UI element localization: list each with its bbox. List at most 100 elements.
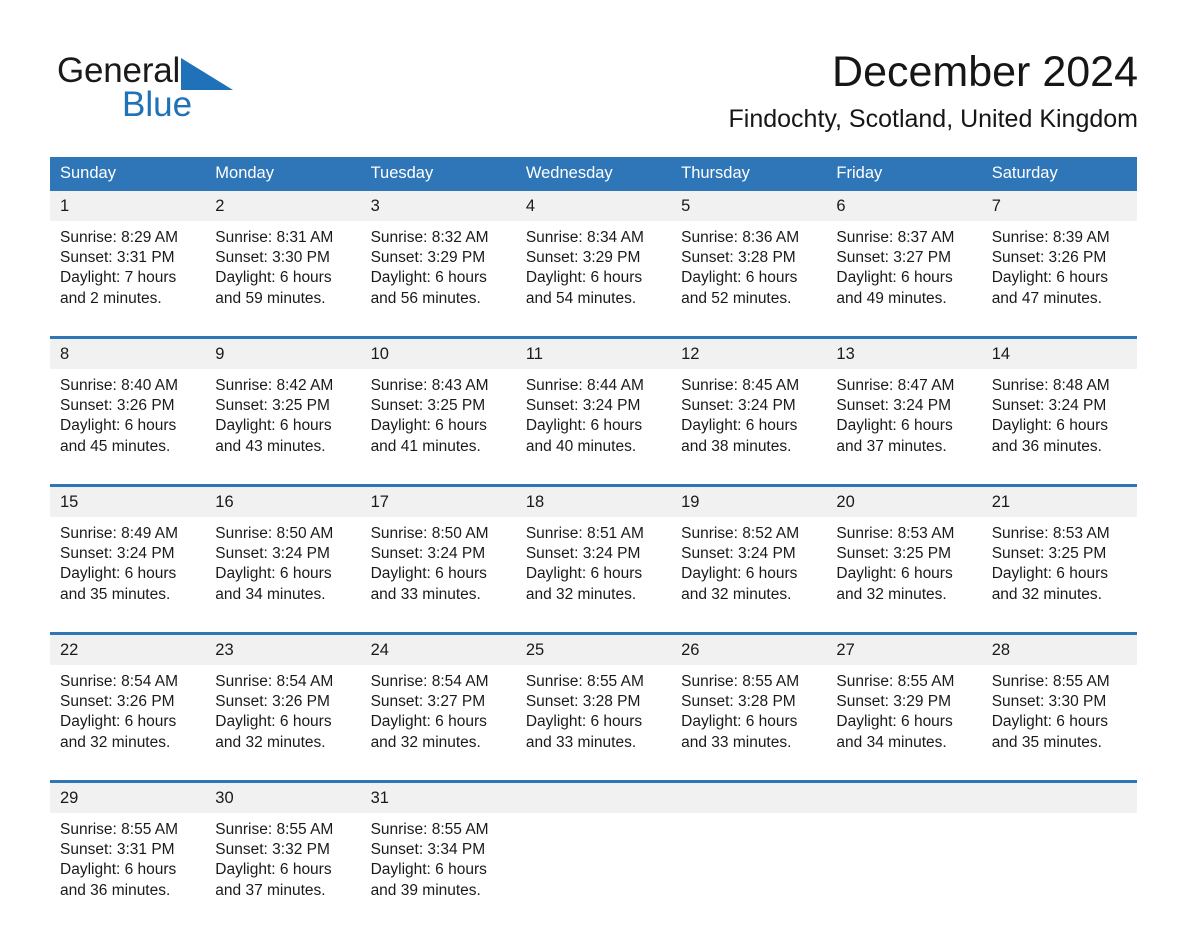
daylight-text-line2: and 33 minutes. <box>370 585 481 603</box>
sunrise-text: Sunrise: 8:55 AM <box>991 673 1110 690</box>
daylight-text-line2: and 32 minutes. <box>836 585 947 603</box>
day-number[interactable]: 22 <box>50 635 206 665</box>
day-number[interactable]: 9 <box>205 339 361 369</box>
day-number-empty <box>671 783 827 813</box>
day-cell[interactable]: Sunrise: 8:40 AM Sunset: 3:26 PM Dayligh… <box>50 369 206 484</box>
day-cell[interactable]: Sunrise: 8:52 AM Sunset: 3:24 PM Dayligh… <box>671 517 827 632</box>
day-number[interactable]: 24 <box>360 635 516 665</box>
generalblue-logo[interactable]: General Blue <box>57 52 327 130</box>
day-cell[interactable]: Sunrise: 8:53 AM Sunset: 3:25 PM Dayligh… <box>981 517 1137 632</box>
day-number[interactable]: 5 <box>671 191 827 221</box>
daylight-text-line2: and 47 minutes. <box>991 289 1102 307</box>
day-cell[interactable]: Sunrise: 8:32 AM Sunset: 3:29 PM Dayligh… <box>360 221 516 336</box>
day-cell[interactable]: Sunrise: 8:34 AM Sunset: 3:29 PM Dayligh… <box>515 221 672 336</box>
day-number[interactable]: 23 <box>205 635 361 665</box>
daylight-text-line2: and 32 minutes. <box>525 585 637 603</box>
day-number[interactable]: 14 <box>981 339 1137 369</box>
page-title: December 2024 <box>832 48 1138 96</box>
daylight-text-line1: Daylight: 6 hours <box>215 713 332 731</box>
day-number[interactable]: 26 <box>671 635 827 665</box>
daylight-text-line1: Daylight: 6 hours <box>525 713 643 731</box>
day-number[interactable]: 20 <box>826 487 982 517</box>
day-number[interactable]: 8 <box>50 339 206 369</box>
day-number[interactable]: 25 <box>515 635 672 665</box>
daylight-text-line2: and 52 minutes. <box>681 289 792 307</box>
day-cell[interactable]: Sunrise: 8:55 AM Sunset: 3:31 PM Dayligh… <box>50 813 206 928</box>
logo-top-line: General <box>57 52 327 90</box>
day-cell[interactable]: Sunrise: 8:55 AM Sunset: 3:34 PM Dayligh… <box>360 813 516 928</box>
sunset-text: Sunset: 3:24 PM <box>60 545 175 563</box>
day-number[interactable]: 2 <box>205 191 361 221</box>
daylight-text-line2: and 59 minutes. <box>215 289 326 307</box>
day-number[interactable]: 11 <box>515 339 672 369</box>
sunset-text: Sunset: 3:28 PM <box>681 249 796 267</box>
sunset-text: Sunset: 3:26 PM <box>991 249 1107 267</box>
day-number[interactable]: 16 <box>205 487 361 517</box>
sunset-text: Sunset: 3:24 PM <box>215 545 330 563</box>
day-number[interactable]: 27 <box>826 635 982 665</box>
day-cell[interactable]: Sunrise: 8:51 AM Sunset: 3:24 PM Dayligh… <box>515 517 672 632</box>
daylight-text-line1: Daylight: 6 hours <box>681 417 798 435</box>
day-detail-row: Sunrise: 8:54 AM Sunset: 3:26 PM Dayligh… <box>50 665 1137 780</box>
day-cell[interactable]: Sunrise: 8:55 AM Sunset: 3:28 PM Dayligh… <box>671 665 827 780</box>
day-number[interactable]: 6 <box>826 191 982 221</box>
day-cell[interactable]: Sunrise: 8:29 AM Sunset: 3:31 PM Dayligh… <box>50 221 206 336</box>
day-cell[interactable]: Sunrise: 8:49 AM Sunset: 3:24 PM Dayligh… <box>50 517 206 632</box>
day-number[interactable]: 1 <box>50 191 206 221</box>
day-cell[interactable]: Sunrise: 8:47 AM Sunset: 3:24 PM Dayligh… <box>826 369 982 484</box>
day-cell[interactable]: Sunrise: 8:37 AM Sunset: 3:27 PM Dayligh… <box>826 221 982 336</box>
day-cell[interactable]: Sunrise: 8:55 AM Sunset: 3:30 PM Dayligh… <box>981 665 1137 780</box>
day-cell[interactable]: Sunrise: 8:54 AM Sunset: 3:26 PM Dayligh… <box>50 665 206 780</box>
daylight-text-line1: Daylight: 6 hours <box>836 269 953 287</box>
day-number[interactable]: 30 <box>205 783 361 813</box>
day-cell[interactable]: Sunrise: 8:54 AM Sunset: 3:26 PM Dayligh… <box>205 665 361 780</box>
day-number[interactable]: 17 <box>360 487 516 517</box>
day-detail-row: Sunrise: 8:55 AM Sunset: 3:31 PM Dayligh… <box>50 813 1137 928</box>
daylight-text-line2: and 37 minutes. <box>836 437 947 455</box>
day-number[interactable]: 3 <box>360 191 516 221</box>
day-number[interactable]: 19 <box>671 487 827 517</box>
sunrise-text: Sunrise: 8:31 AM <box>215 229 334 246</box>
sunset-text: Sunset: 3:24 PM <box>525 397 641 415</box>
daylight-text-line1: Daylight: 6 hours <box>370 565 487 583</box>
daylight-text-line1: Daylight: 6 hours <box>991 269 1108 287</box>
daylight-text-line1: Daylight: 6 hours <box>525 417 643 435</box>
day-cell[interactable]: Sunrise: 8:44 AM Sunset: 3:24 PM Dayligh… <box>515 369 672 484</box>
daylight-text-line2: and 49 minutes. <box>836 289 947 307</box>
day-cell[interactable]: Sunrise: 8:39 AM Sunset: 3:26 PM Dayligh… <box>981 221 1137 336</box>
day-number[interactable]: 4 <box>515 191 672 221</box>
day-cell[interactable]: Sunrise: 8:53 AM Sunset: 3:25 PM Dayligh… <box>826 517 982 632</box>
day-number[interactable]: 10 <box>360 339 516 369</box>
daylight-text-line1: Daylight: 6 hours <box>836 565 953 583</box>
day-number[interactable]: 28 <box>981 635 1137 665</box>
day-cell[interactable]: Sunrise: 8:50 AM Sunset: 3:24 PM Dayligh… <box>360 517 516 632</box>
day-cell[interactable]: Sunrise: 8:55 AM Sunset: 3:29 PM Dayligh… <box>826 665 982 780</box>
day-cell[interactable]: Sunrise: 8:45 AM Sunset: 3:24 PM Dayligh… <box>671 369 827 484</box>
day-cell[interactable]: Sunrise: 8:55 AM Sunset: 3:28 PM Dayligh… <box>515 665 672 780</box>
sunrise-text: Sunrise: 8:47 AM <box>836 377 955 394</box>
day-cell[interactable]: Sunrise: 8:48 AM Sunset: 3:24 PM Dayligh… <box>981 369 1137 484</box>
day-cell[interactable]: Sunrise: 8:42 AM Sunset: 3:25 PM Dayligh… <box>205 369 361 484</box>
day-cell[interactable]: Sunrise: 8:43 AM Sunset: 3:25 PM Dayligh… <box>360 369 516 484</box>
day-number[interactable]: 29 <box>50 783 206 813</box>
day-number[interactable]: 13 <box>826 339 982 369</box>
day-cell[interactable]: Sunrise: 8:55 AM Sunset: 3:32 PM Dayligh… <box>205 813 361 928</box>
day-number[interactable]: 18 <box>515 487 672 517</box>
sunset-text: Sunset: 3:32 PM <box>215 841 330 859</box>
day-cell[interactable]: Sunrise: 8:36 AM Sunset: 3:28 PM Dayligh… <box>671 221 827 336</box>
day-cell[interactable]: Sunrise: 8:50 AM Sunset: 3:24 PM Dayligh… <box>205 517 361 632</box>
day-number[interactable]: 7 <box>981 191 1137 221</box>
day-number[interactable]: 31 <box>360 783 516 813</box>
day-number-row: 1 2 3 4 5 6 7 <box>50 191 1137 221</box>
day-number[interactable]: 12 <box>671 339 827 369</box>
daylight-text-line2: and 34 minutes. <box>836 733 947 751</box>
daylight-text-line1: Daylight: 6 hours <box>681 269 798 287</box>
sunset-text: Sunset: 3:27 PM <box>836 249 951 267</box>
daylight-text-line2: and 37 minutes. <box>215 881 326 899</box>
day-number[interactable]: 15 <box>50 487 206 517</box>
weekday-header-wednesday: Wednesday <box>515 157 672 191</box>
day-number-row: 15 16 17 18 19 20 21 <box>50 487 1137 517</box>
day-number[interactable]: 21 <box>981 487 1137 517</box>
day-cell[interactable]: Sunrise: 8:31 AM Sunset: 3:30 PM Dayligh… <box>205 221 361 336</box>
day-cell[interactable]: Sunrise: 8:54 AM Sunset: 3:27 PM Dayligh… <box>360 665 516 780</box>
